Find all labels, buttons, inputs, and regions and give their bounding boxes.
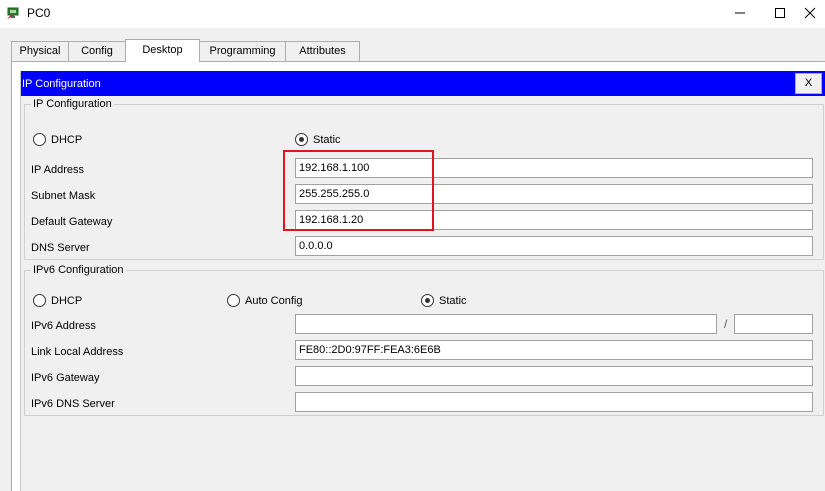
subnet-mask-label: Subnet Mask (31, 190, 96, 202)
radio-off-icon (33, 133, 46, 146)
window-title: PC0 (27, 6, 51, 20)
ipv6-dns-field[interactable] (295, 392, 813, 412)
tab-desktop[interactable]: Desktop (125, 39, 200, 62)
pc-app-icon (6, 5, 22, 21)
radio-on-icon (295, 133, 308, 146)
tab-physical[interactable]: Physical (11, 41, 69, 61)
ipv6-gateway-label: IPv6 Gateway (31, 372, 100, 384)
ipv6-legend: IPv6 Configuration (31, 264, 126, 276)
ipv6-gateway-field[interactable] (295, 366, 813, 386)
ipv6-dns-label: IPv6 DNS Server (31, 398, 115, 410)
ipv6-prefix-field[interactable] (734, 314, 813, 334)
ipv4-dhcp-radio[interactable]: DHCP (33, 133, 82, 146)
desktop-content: IP Configuration X IP Configuration DHCP… (11, 61, 825, 491)
link-local-label: Link Local Address (31, 346, 124, 358)
ipv6-address-field[interactable] (295, 314, 717, 334)
tab-attributes[interactable]: Attributes (285, 41, 360, 61)
red-highlight-box (283, 150, 434, 231)
ipv6-config-group: IPv6 Configuration DHCP Auto Config Stat… (24, 264, 824, 416)
ipv4-legend: IP Configuration (31, 98, 114, 110)
ipv4-static-label: Static (313, 133, 341, 146)
tab-config[interactable]: Config (68, 41, 126, 61)
panel-title: IP Configuration (22, 78, 101, 90)
default-gateway-label: Default Gateway (31, 216, 113, 228)
ipv4-static-radio[interactable]: Static (295, 133, 341, 146)
dns-server-label: DNS Server (31, 242, 90, 254)
ipv6-static-label: Static (439, 294, 467, 307)
radio-on-icon (421, 294, 434, 307)
minimize-icon[interactable] (720, 3, 760, 23)
ip-address-label: IP Address (31, 164, 84, 176)
ipv6-static-radio[interactable]: Static (421, 294, 467, 307)
ipv6-address-label: IPv6 Address (31, 320, 96, 332)
radio-off-icon (227, 294, 240, 307)
prefix-separator: / (724, 317, 728, 331)
ipv6-auto-config-label: Auto Config (245, 294, 303, 307)
panel-header: IP Configuration X (21, 71, 825, 96)
ipv6-auto-config-radio[interactable]: Auto Config (227, 294, 302, 307)
link-local-field[interactable]: FE80::2D0:97FF:FEA3:6E6B (295, 340, 813, 360)
tab-programming[interactable]: Programming (199, 41, 286, 61)
maximize-icon[interactable] (760, 3, 800, 23)
close-icon[interactable] (795, 3, 825, 23)
panel-close-button[interactable]: X (795, 73, 822, 94)
ipv6-dhcp-label: DHCP (51, 294, 83, 307)
window-titlebar: PC0 (0, 0, 825, 28)
ip-configuration-panel: IP Configuration X IP Configuration DHCP… (20, 71, 825, 491)
ipv4-dhcp-label: DHCP (51, 133, 83, 146)
ipv6-dhcp-radio[interactable]: DHCP (33, 294, 82, 307)
radio-off-icon (33, 294, 46, 307)
dns-server-field[interactable]: 0.0.0.0 (295, 236, 813, 256)
